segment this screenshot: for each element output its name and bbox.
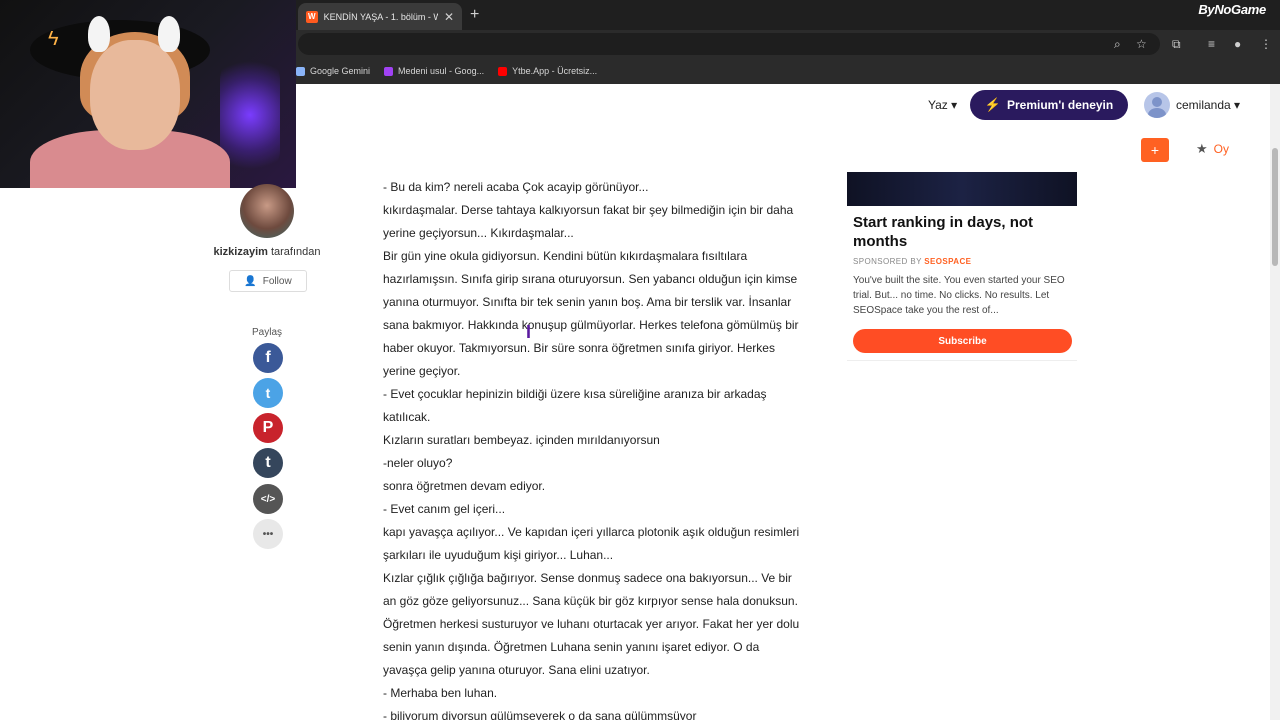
author-by-suffix: tarafından: [267, 246, 321, 258]
share-heading: Paylaş: [252, 327, 283, 338]
browser-tab-active[interactable]: W KENDİN YAŞA - 1. bölüm - Watt ✕: [298, 3, 462, 30]
story-paragraph: Kızlar çığlık çığlığa bağırıyor. Sense d…: [383, 571, 800, 677]
ad-sponsor-name: SEOSPACE: [924, 257, 972, 266]
bookmark-item[interactable]: Google Gemini: [296, 66, 370, 76]
extensions-icon[interactable]: ⧉: [1172, 37, 1181, 51]
tab-close-icon[interactable]: ✕: [444, 11, 454, 23]
vote-button[interactable]: ★ Oy: [1196, 141, 1229, 157]
webcam-person-face: [90, 40, 180, 150]
new-tab-button[interactable]: +: [470, 6, 479, 24]
text-cursor-icon: I: [526, 322, 532, 342]
facebook-icon: f: [265, 349, 271, 366]
profile-icon[interactable]: ●: [1234, 37, 1241, 51]
author-avatar[interactable]: [240, 184, 294, 238]
embed-icon: </>: [260, 493, 276, 505]
ad-image[interactable]: [847, 172, 1077, 206]
vote-label: Oy: [1213, 142, 1229, 156]
ad-body: You've built the site. You even started …: [853, 275, 1065, 316]
story-paragraph: kapı yavaşça açılıyor... Ve kapıdan içer…: [383, 525, 800, 562]
tumblr-icon: t: [265, 454, 271, 471]
bunny-ear-left: [88, 16, 110, 52]
story-paragraph: sonra öğretmen devam ediyor.: [383, 479, 546, 493]
story-paragraph: -neler oluyo?: [383, 456, 453, 470]
wattpad-favicon-icon: W: [306, 10, 318, 23]
webcam-overlay: ϟ: [0, 0, 296, 188]
story-paragraph: - biliyorum diyorsun gülümseyerek o da s…: [383, 709, 697, 720]
docs-icon: [384, 66, 394, 76]
tumblr-share-button[interactable]: t: [253, 448, 283, 478]
add-person-icon: 👤: [244, 275, 257, 287]
premium-button[interactable]: ⚡ Premium'ı deneyin: [970, 90, 1128, 120]
bunny-ear-right: [158, 16, 180, 52]
ad-title[interactable]: Start ranking in days, not months: [853, 213, 1073, 251]
story-text: - Bu da kim? nereli acaba Çok acayip gör…: [383, 176, 803, 720]
story-paragraph: - Merhaba ben luhan.: [383, 686, 498, 700]
ad-sponsor-line: SPONSORED BY SEOSPACE: [853, 257, 971, 266]
star-icon: ★: [1196, 141, 1208, 156]
bookmark-label: Medeni usul - Goog...: [398, 66, 485, 76]
lightning-icon: ϟ: [48, 28, 59, 50]
address-bar[interactable]: [298, 33, 1160, 55]
bookmark-item[interactable]: Ytbe.App - Ücretsiz...: [498, 66, 597, 76]
scrollbar-thumb[interactable]: [1272, 148, 1278, 266]
embed-share-button[interactable]: </>: [253, 484, 283, 514]
screen: W KENDİN YAŞA - 1. bölüm - Watt ✕ + ByNo…: [0, 0, 1280, 720]
author-name[interactable]: kizkizayim: [213, 246, 267, 258]
bookmark-label: Google Gemini: [310, 66, 371, 76]
more-icon: •••: [262, 528, 274, 540]
author-byline: kizkizayim tarafından: [200, 246, 334, 258]
add-to-list-button[interactable]: +: [1141, 138, 1169, 162]
twitter-icon: t: [265, 385, 271, 401]
premium-label: Premium'ı deneyin: [1006, 98, 1114, 112]
bookmark-item[interactable]: Medeni usul - Goog...: [384, 66, 484, 76]
story-paragraph: kıkırdaşmalar. Derse tahtaya kalkıyorsun…: [383, 203, 794, 240]
ad-divider: [847, 360, 1077, 361]
page-scrollbar[interactable]: [1270, 84, 1280, 720]
tab-title: KENDİN YAŞA - 1. bölüm - Watt: [323, 11, 438, 22]
pinterest-share-button[interactable]: P: [253, 413, 283, 443]
lightning-icon: ⚡: [984, 97, 1001, 112]
more-share-button[interactable]: •••: [253, 519, 283, 549]
media-icon[interactable]: ≡: [1208, 37, 1215, 51]
story-paragraph: Kızların suratları bembeyaz. içinden mır…: [383, 433, 660, 447]
story-paragraph: Bir gün yine okula gidiyorsun. Kendini b…: [383, 249, 799, 378]
youtube-icon: [498, 66, 508, 76]
menu-kebab-icon[interactable]: ⋮: [1260, 37, 1272, 51]
bookmark-star-icon[interactable]: ☆: [1136, 37, 1147, 51]
user-menu[interactable]: cemilanda ▾: [1176, 98, 1240, 112]
user-avatar[interactable]: [1144, 92, 1170, 118]
story-paragraph: - Evet çocuklar hepinizin bildiği üzere …: [383, 387, 767, 424]
facebook-share-button[interactable]: f: [253, 343, 283, 373]
write-menu[interactable]: Yaz ▾: [928, 98, 957, 112]
subscribe-button[interactable]: Subscribe: [853, 329, 1072, 353]
zoom-icon[interactable]: ⌕: [1114, 37, 1121, 51]
bynogame-logo: ByNoGame: [1198, 2, 1266, 17]
ad-sponsored-prefix: SPONSORED BY: [853, 257, 925, 266]
twitter-share-button[interactable]: t: [253, 378, 283, 408]
bookmark-label: Ytbe.App - Ücretsiz...: [512, 66, 598, 76]
follow-label: Follow: [262, 275, 292, 287]
story-paragraph: - Bu da kim? nereli acaba Çok acayip gör…: [383, 180, 649, 194]
gemini-icon: [296, 66, 305, 76]
follow-button[interactable]: 👤 Follow: [229, 270, 307, 292]
story-paragraph: - Evet canım gel içeri...: [383, 502, 506, 516]
wattpad-header: Yaz ▾ ⚡ Premium'ı deneyin cemilanda ▾ + …: [296, 84, 1270, 172]
pinterest-icon: P: [262, 419, 274, 436]
